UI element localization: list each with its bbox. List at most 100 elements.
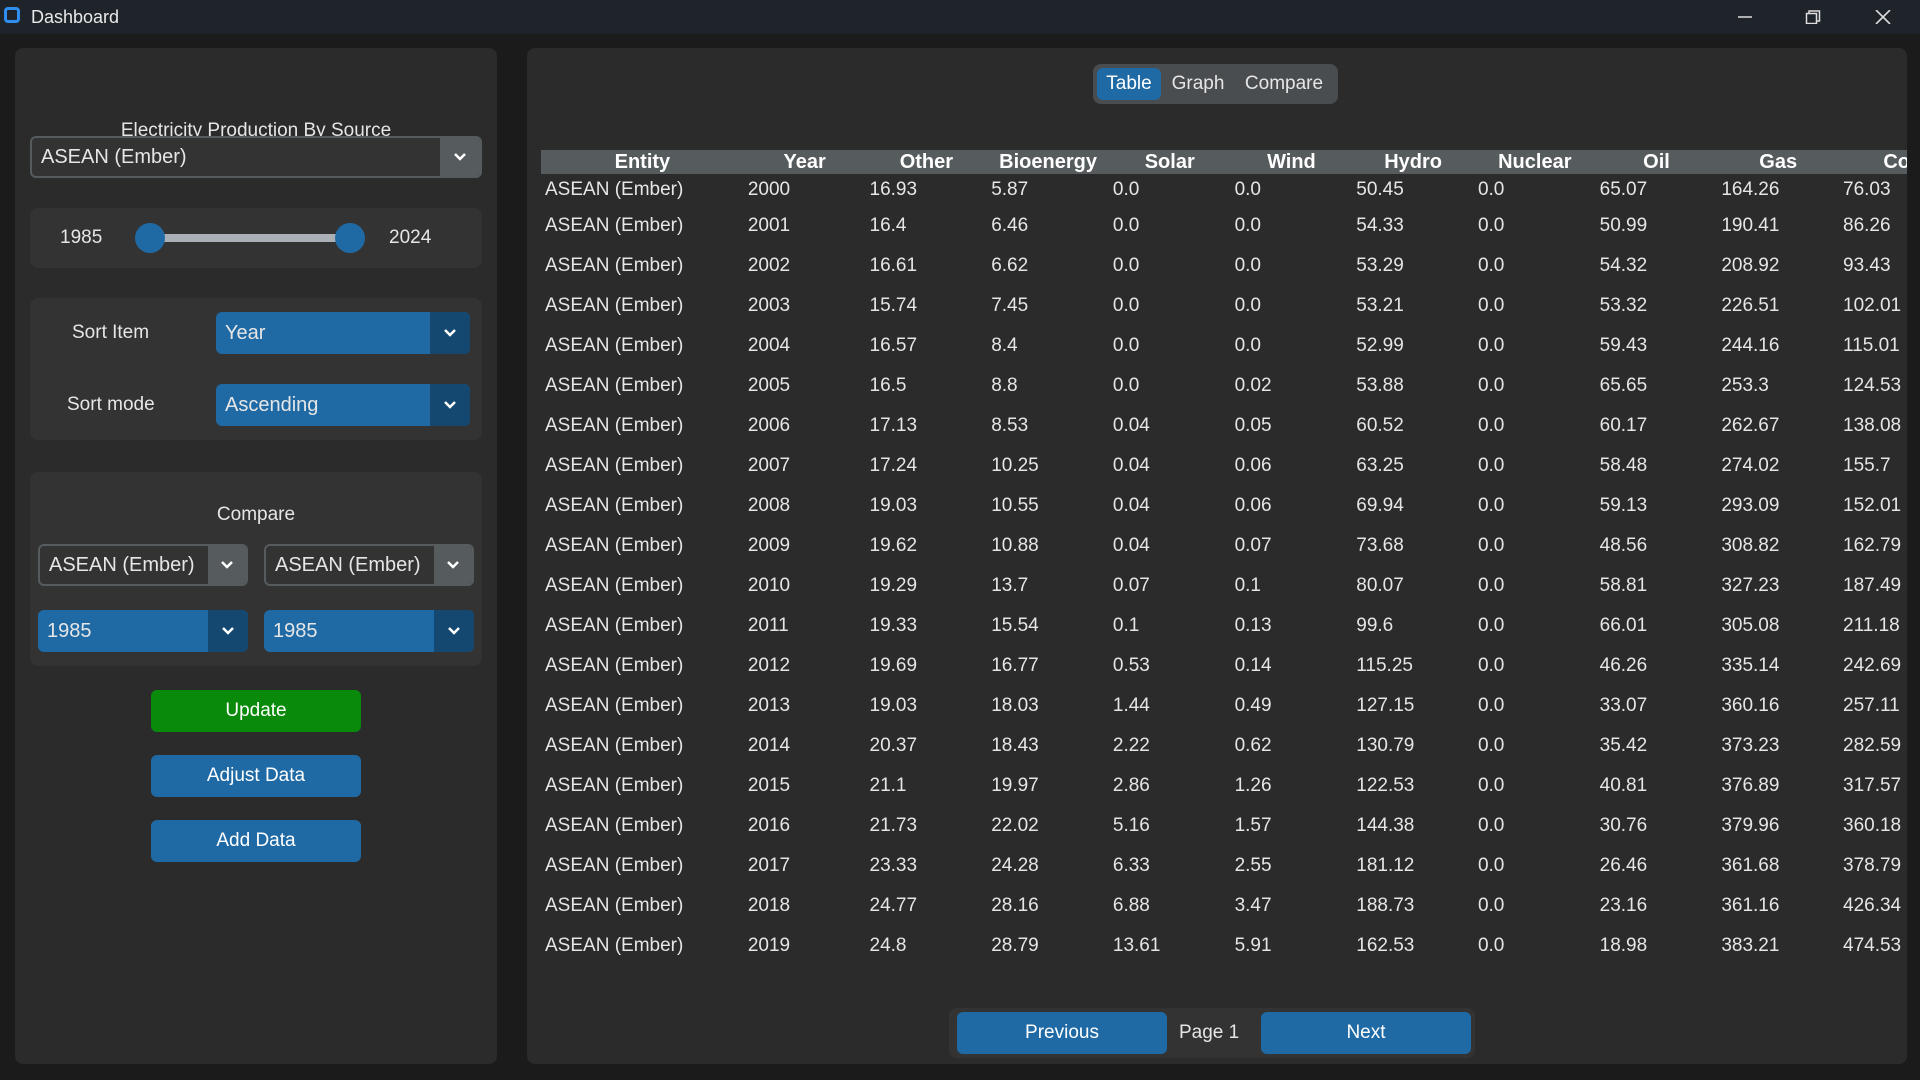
tab-table[interactable]: Table <box>1097 68 1161 100</box>
table-cell: 274.02 <box>1721 455 1780 476</box>
table-cell: 0.06 <box>1234 495 1272 516</box>
sort-mode-select[interactable]: Ascending <box>216 384 470 426</box>
table-cell: 2000 <box>747 179 791 200</box>
table-row[interactable]: ASEAN (Ember) 2018 24.77 28.16 6.88 3.47 188.7… <box>541 886 1907 926</box>
table-row[interactable]: ASEAN (Ember) 2004 16.57 8.4 0.0 0.0 52.99 0.0 5… <box>541 326 1907 366</box>
compare-entity-b-select[interactable]: ASEAN (Ember) <box>264 544 474 586</box>
table-cell: 19.69 <box>869 655 918 676</box>
table-cell: 211.18 <box>1843 615 1900 636</box>
column-header[interactable]: Oil <box>1595 150 1718 174</box>
table-cell: 0.0 <box>1112 179 1140 200</box>
table-cell: 124.53 <box>1843 375 1902 396</box>
table-cell: ASEAN (Ember) <box>545 295 684 316</box>
chevron-down-icon[interactable] <box>434 610 474 652</box>
table-cell: 26.46 <box>1599 855 1648 876</box>
chevron-down-icon[interactable] <box>430 384 470 426</box>
compare-year-a-select[interactable]: 1985 <box>38 610 248 652</box>
table-cell: 7.45 <box>991 295 1029 316</box>
table-cell: 0.0 <box>1112 215 1140 236</box>
table-cell: 2001 <box>747 215 791 236</box>
table-row[interactable]: ASEAN (Ember) 2012 19.69 16.77 0.53 0.14 115.2… <box>541 646 1907 686</box>
table-cell: 16.4 <box>869 215 907 236</box>
entity-select[interactable]: ASEAN (Ember) <box>30 136 482 178</box>
table-row[interactable]: ASEAN (Ember) 2015 21.1 19.97 2.86 1.26 122.53… <box>541 766 1907 806</box>
column-header[interactable]: Nuclear <box>1473 150 1596 174</box>
table-cell: 28.16 <box>991 895 1039 916</box>
update-button[interactable]: Update <box>151 690 361 732</box>
column-header[interactable]: Year <box>743 150 866 174</box>
table-cell: 130.79 <box>1356 735 1415 756</box>
minimize-icon[interactable] <box>1710 0 1780 34</box>
close-icon[interactable] <box>1848 0 1918 34</box>
table-cell: 0.0 <box>1477 415 1505 436</box>
table-row[interactable]: ASEAN (Ember) 2010 19.29 13.7 0.07 0.1 80.07 0.… <box>541 566 1907 606</box>
year-range-panel: 1985 2024 <box>30 208 482 268</box>
chevron-down-icon[interactable] <box>208 610 248 652</box>
table-row[interactable]: ASEAN (Ember) 2007 17.24 10.25 0.04 0.06 63.25… <box>541 446 1907 486</box>
view-tabs: Table Graph Compare <box>1093 64 1338 104</box>
range-end-handle[interactable] <box>335 223 365 253</box>
chevron-down-icon[interactable] <box>434 546 472 584</box>
column-header[interactable]: Wind <box>1230 150 1353 174</box>
compare-entity-a-select[interactable]: ASEAN (Ember) <box>38 544 248 586</box>
previous-button[interactable]: Previous <box>957 1012 1167 1054</box>
table-row[interactable]: ASEAN (Ember) 2001 16.4 6.46 0.0 0.0 54.33 0.0 5… <box>541 206 1907 246</box>
table-row[interactable]: ASEAN (Ember) 2002 16.61 6.62 0.0 0.0 53.29 0.0… <box>541 246 1907 286</box>
table-cell: 2004 <box>747 335 791 356</box>
column-header[interactable]: Other <box>865 150 988 174</box>
table-cell: ASEAN (Ember) <box>545 695 684 716</box>
table-row[interactable]: ASEAN (Ember) 2006 17.13 8.53 0.04 0.05 60.52 0… <box>541 406 1907 446</box>
table-row[interactable]: ASEAN (Ember) 2013 19.03 18.03 1.44 0.49 127.1… <box>541 686 1907 726</box>
table-row[interactable]: ASEAN (Ember) 2008 19.03 10.55 0.04 0.06 69.94… <box>541 486 1907 526</box>
table-cell: ASEAN (Ember) <box>545 455 684 476</box>
tab-graph[interactable]: Graph <box>1165 68 1231 100</box>
compare-year-a-value: 1985 <box>47 620 92 642</box>
compare-year-b-value: 1985 <box>273 620 318 642</box>
column-header[interactable]: Coal <box>1839 150 1907 174</box>
table-row[interactable]: ASEAN (Ember) 2003 15.74 7.45 0.0 0.0 53.21 0.0… <box>541 286 1907 326</box>
table-cell: 0.0 <box>1477 815 1505 836</box>
table-cell: ASEAN (Ember) <box>545 655 684 676</box>
year-range-slider[interactable] <box>150 234 350 242</box>
data-table-container[interactable]: Entity Year Other Bioenergy Solar Wind Hydro Nu… <box>541 150 1907 976</box>
table-row[interactable]: ASEAN (Ember) 2014 20.37 18.43 2.22 0.62 130.7… <box>541 726 1907 766</box>
table-cell: 0.0 <box>1477 775 1505 796</box>
table-cell: 59.13 <box>1599 495 1648 516</box>
chevron-down-icon[interactable] <box>430 312 470 354</box>
table-cell: 0.1 <box>1234 575 1261 596</box>
table-cell: 162.79 <box>1843 535 1902 556</box>
table-row[interactable]: ASEAN (Ember) 2016 21.73 22.02 5.16 1.57 144.3… <box>541 806 1907 846</box>
add-data-button[interactable]: Add Data <box>151 820 361 862</box>
table-row[interactable]: ASEAN (Ember) 2009 19.62 10.88 0.04 0.07 73.68… <box>541 526 1907 566</box>
tab-compare[interactable]: Compare <box>1235 68 1333 100</box>
column-header[interactable]: Gas <box>1717 150 1840 174</box>
table-cell: 2.86 <box>1112 775 1150 796</box>
column-header[interactable]: Bioenergy <box>987 150 1109 174</box>
column-header[interactable]: Hydro <box>1352 150 1474 174</box>
column-header[interactable]: Entity <box>541 150 744 174</box>
sort-mode-label: Sort mode <box>67 394 155 415</box>
table-cell: 0.0 <box>1112 255 1140 276</box>
table-cell: 102.01 <box>1843 295 1902 316</box>
compare-year-b-select[interactable]: 1985 <box>264 610 474 652</box>
range-start-handle[interactable] <box>135 223 165 253</box>
table-cell: 2.55 <box>1234 855 1272 876</box>
table-row[interactable]: ASEAN (Ember) 2000 16.93 5.87 0.0 0.0 50.45 0.0… <box>541 174 1907 206</box>
column-header[interactable]: Solar <box>1108 150 1231 174</box>
restore-icon[interactable] <box>1778 0 1848 34</box>
table-cell: 16.5 <box>869 375 907 396</box>
table-row[interactable]: ASEAN (Ember) 2017 23.33 24.28 6.33 2.55 181.1… <box>541 846 1907 886</box>
adjust-data-button[interactable]: Adjust Data <box>151 755 361 797</box>
table-cell: ASEAN (Ember) <box>545 415 684 436</box>
table-cell: 376.89 <box>1721 775 1780 796</box>
chevron-down-icon[interactable] <box>440 138 480 176</box>
table-cell: 22.02 <box>991 815 1039 836</box>
sort-item-select[interactable]: Year <box>216 312 470 354</box>
table-row[interactable]: ASEAN (Ember) 2005 16.5 8.8 0.0 0.02 53.88 0.0 6… <box>541 366 1907 406</box>
table-cell: 0.0 <box>1477 215 1505 236</box>
table-cell: 33.07 <box>1599 695 1648 716</box>
table-row[interactable]: ASEAN (Ember) 2019 24.8 28.79 13.61 5.91 162.5… <box>541 926 1907 966</box>
table-row[interactable]: ASEAN (Ember) 2011 19.33 15.54 0.1 0.13 99.6 0.… <box>541 606 1907 646</box>
next-button[interactable]: Next <box>1261 1012 1471 1054</box>
chevron-down-icon[interactable] <box>208 546 246 584</box>
